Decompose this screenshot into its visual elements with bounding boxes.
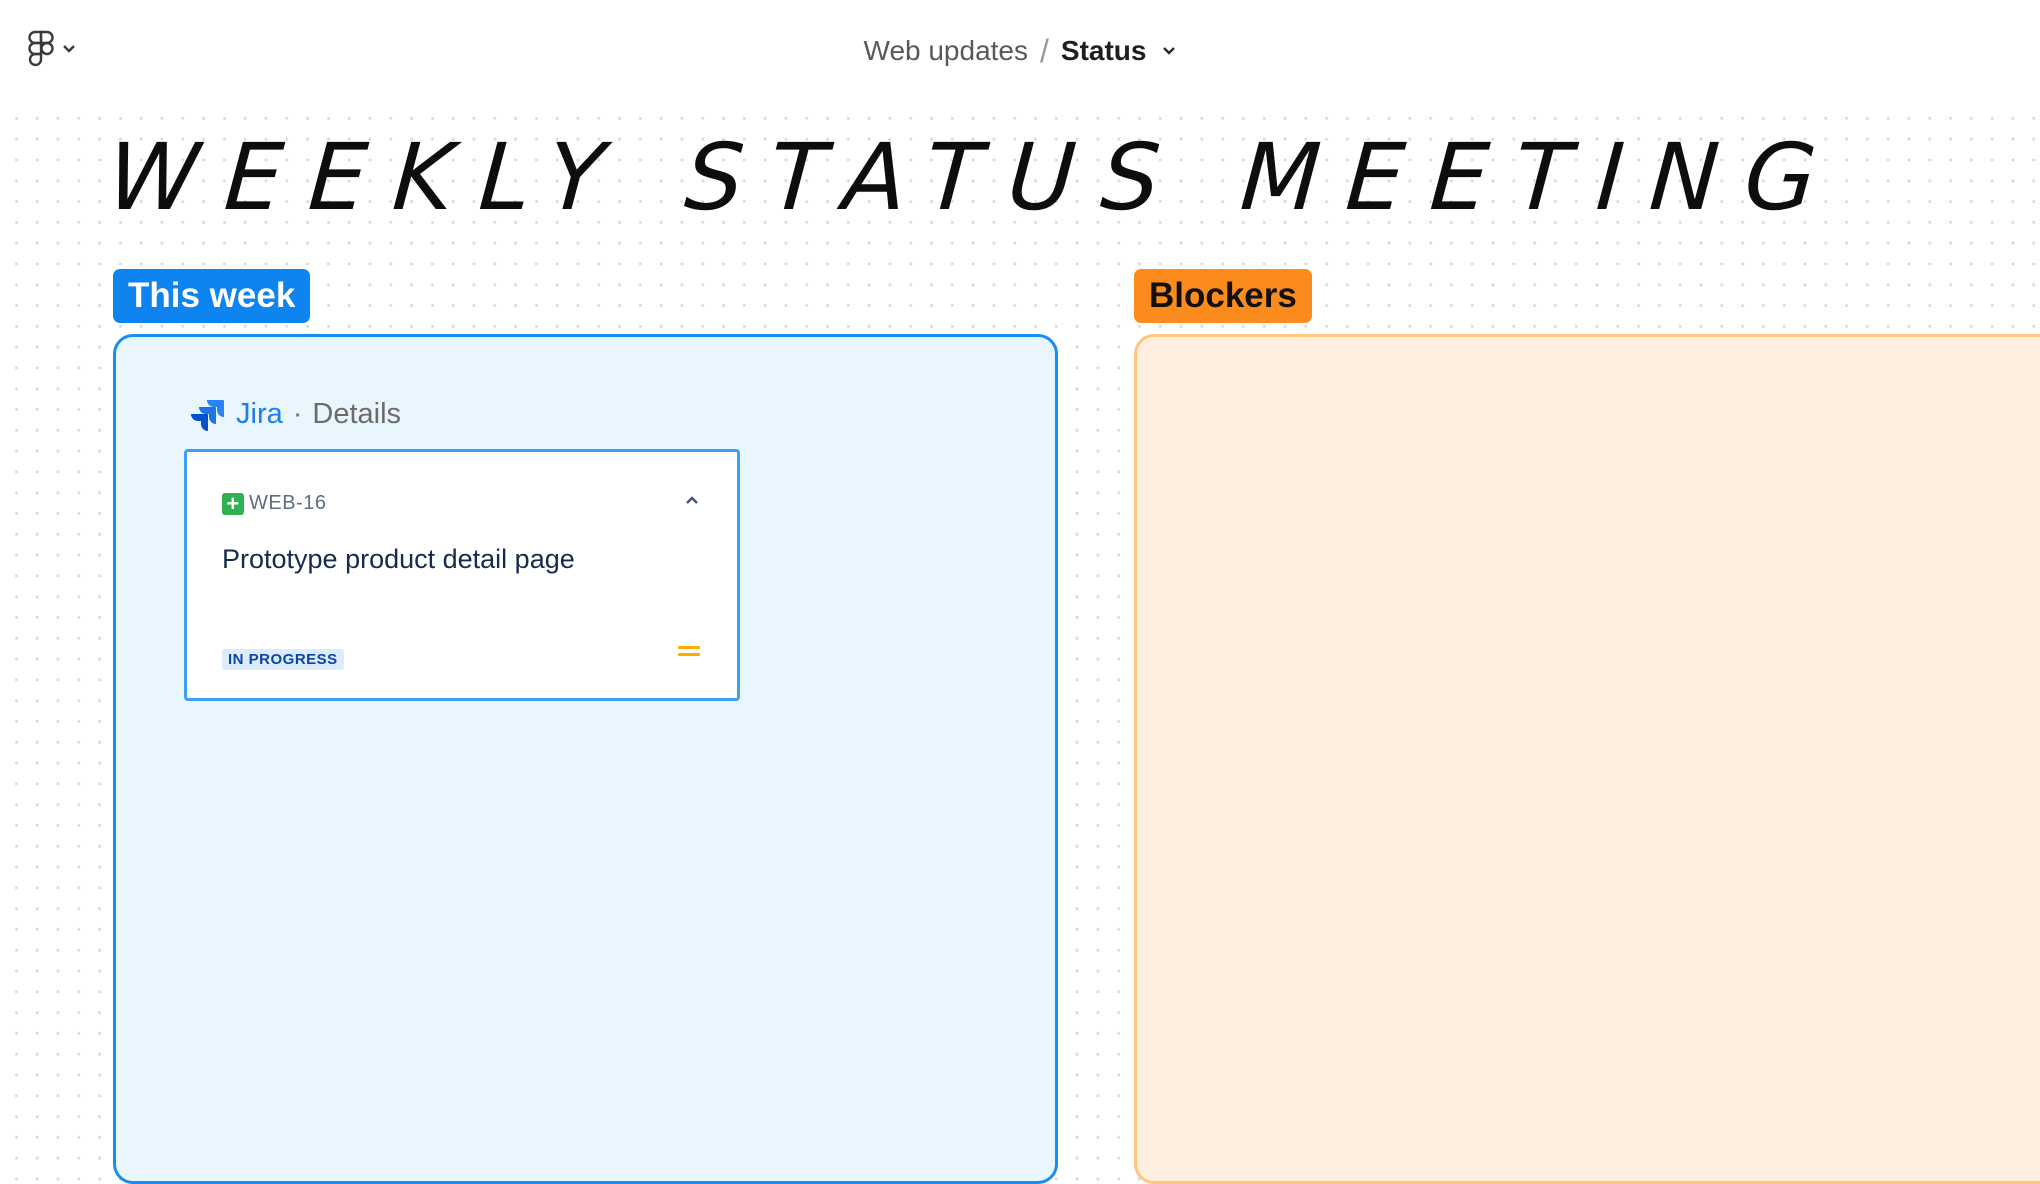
status-badge[interactable]: IN PROGRESS <box>222 649 344 670</box>
priority-medium-icon <box>677 643 701 664</box>
chevron-down-icon[interactable] <box>1162 46 1176 56</box>
top-bar: Web updates / Status <box>0 0 2040 100</box>
breadcrumb-file-name[interactable]: Status <box>1061 35 1147 67</box>
breadcrumb-project[interactable]: Web updates <box>864 35 1029 67</box>
jira-logo-icon <box>190 399 236 431</box>
section-label-this-week[interactable]: This week <box>113 269 311 323</box>
breadcrumb-separator: / <box>1040 32 1049 69</box>
board-title[interactable]: WEEKLY STATUS MEETING <box>104 124 1846 231</box>
jira-header-separator: · <box>292 398 303 430</box>
section-label-blockers[interactable]: Blockers <box>1134 269 1312 323</box>
breadcrumb: Web updates / Status <box>0 30 2040 72</box>
issue-key-row: + WEB-16 <box>222 492 326 515</box>
jira-view-name: Details <box>312 398 402 430</box>
story-icon: + <box>222 492 244 515</box>
jira-app-name: Jira <box>236 398 283 430</box>
blockers-section[interactable] <box>1134 334 2040 1184</box>
issue-key[interactable]: WEB-16 <box>249 492 326 515</box>
jira-issue-card[interactable]: + WEB-16 Prototype product detail page I… <box>184 449 740 701</box>
jira-widget-header[interactable]: Jira · Details <box>190 398 401 431</box>
chevron-up-icon[interactable] <box>685 492 699 510</box>
issue-summary[interactable]: Prototype product detail page <box>222 544 575 575</box>
